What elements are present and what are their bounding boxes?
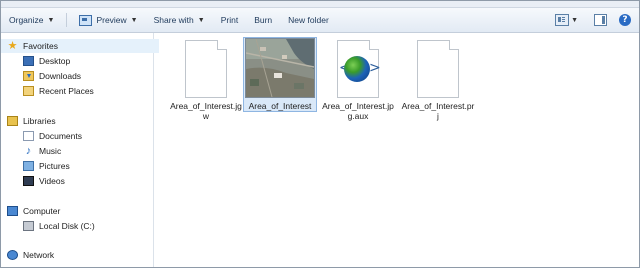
- sidebar-item-desktop[interactable]: Desktop: [23, 54, 70, 68]
- recent-places-icon: [23, 86, 34, 96]
- explorer-window: Organize ▼ Preview ▼ Share with ▼ Print …: [0, 0, 640, 268]
- sidebar-item-downloads[interactable]: Downloads: [23, 69, 81, 83]
- burn-label: Burn: [254, 15, 273, 25]
- chevron-down-icon: ▼: [130, 16, 138, 24]
- sidebar-item-documents[interactable]: Documents: [23, 129, 82, 143]
- sidebar-item-music[interactable]: ♪ Music: [23, 144, 61, 158]
- file-name: Area_of_Interest.jpg.aux: [322, 101, 394, 121]
- blank-document-icon: [415, 40, 461, 98]
- organize-label: Organize: [9, 15, 44, 25]
- blank-document-icon: [183, 40, 229, 98]
- star-icon: ★: [7, 40, 18, 52]
- new-folder-label: New folder: [288, 15, 329, 25]
- file-list-view: Area_of_Interest.jgw Area_of_Interest > …: [154, 33, 639, 267]
- sidebar-item-local-disk[interactable]: Local Disk (C:): [23, 219, 95, 233]
- chevron-down-icon: ▼: [197, 16, 205, 24]
- music-icon: ♪: [25, 145, 32, 157]
- organize-button[interactable]: Organize ▼: [1, 11, 62, 29]
- sidebar-item-label: Computer: [23, 206, 61, 216]
- print-button[interactable]: Print: [213, 11, 246, 29]
- share-with-button[interactable]: Share with ▼: [146, 11, 213, 29]
- sidebar-item-label: Local Disk (C:): [39, 221, 95, 231]
- file-name: Area_of_Interest.jgw: [170, 101, 242, 121]
- preview-icon: [79, 14, 93, 26]
- computer-icon: [7, 206, 18, 216]
- sidebar-item-label: Videos: [39, 176, 65, 186]
- videos-icon: [23, 176, 34, 186]
- preview-pane-icon[interactable]: [594, 14, 607, 26]
- views-dropdown[interactable]: ▼: [569, 11, 580, 29]
- file-item-selected[interactable]: Area_of_Interest: [243, 37, 317, 112]
- preview-label: Preview: [96, 15, 127, 25]
- file-name: Area_of_Interest: [248, 101, 312, 111]
- address-bar-strip: [1, 1, 639, 8]
- sidebar-item-pictures[interactable]: Pictures: [23, 159, 70, 173]
- libraries-icon: [7, 116, 18, 126]
- file-item[interactable]: Area_of_Interest.prj: [401, 37, 475, 121]
- documents-icon: [23, 131, 34, 141]
- file-name: Area_of_Interest.prj: [401, 101, 475, 121]
- toolbar-divider: [66, 13, 68, 27]
- sidebar-item-label: Pictures: [39, 161, 70, 171]
- share-with-label: Share with: [153, 15, 194, 25]
- navigation-pane: ★ Favorites Desktop Downloads Recent Pla…: [1, 33, 159, 267]
- sidebar-item-network[interactable]: Network: [7, 248, 54, 262]
- pictures-icon: [23, 161, 34, 171]
- sidebar-item-label: Favorites: [23, 41, 58, 51]
- sidebar-item-favorites[interactable]: ★ Favorites: [1, 39, 159, 53]
- help-icon[interactable]: ?: [619, 14, 631, 26]
- toolbar-right-group: ▼ ?: [555, 11, 639, 29]
- change-view-icon[interactable]: [555, 14, 570, 26]
- sidebar-item-videos[interactable]: Videos: [23, 174, 65, 188]
- xml-globe-icon: < >: [335, 40, 381, 98]
- network-icon: [7, 250, 18, 260]
- sidebar-item-libraries[interactable]: Libraries: [7, 114, 56, 128]
- sidebar-item-recent-places[interactable]: Recent Places: [23, 84, 94, 98]
- sidebar-item-label: Network: [23, 250, 55, 260]
- print-label: Print: [220, 15, 239, 25]
- burn-button[interactable]: Burn: [246, 11, 280, 29]
- local-disk-icon: [23, 221, 34, 231]
- chevron-down-icon: ▼: [47, 16, 55, 24]
- file-item[interactable]: < > Area_of_Interest.jpg.aux: [321, 37, 395, 121]
- new-folder-button[interactable]: New folder: [280, 11, 337, 29]
- desktop-icon: [23, 56, 34, 66]
- aerial-image-thumbnail: [245, 38, 315, 98]
- sidebar-item-label: Desktop: [39, 56, 71, 66]
- preview-button[interactable]: Preview ▼: [71, 11, 145, 29]
- sidebar-item-label: Libraries: [23, 116, 56, 126]
- sidebar-item-label: Music: [39, 146, 62, 156]
- sidebar-item-label: Recent Places: [39, 86, 94, 96]
- sidebar-item-computer[interactable]: Computer: [7, 204, 60, 218]
- sidebar-item-label: Documents: [39, 131, 82, 141]
- sidebar-item-label: Downloads: [39, 71, 82, 81]
- chevron-down-icon: ▼: [571, 16, 578, 24]
- downloads-icon: [23, 71, 34, 81]
- command-bar: Organize ▼ Preview ▼ Share with ▼ Print …: [1, 8, 639, 33]
- file-item[interactable]: Area_of_Interest.jgw: [169, 37, 243, 121]
